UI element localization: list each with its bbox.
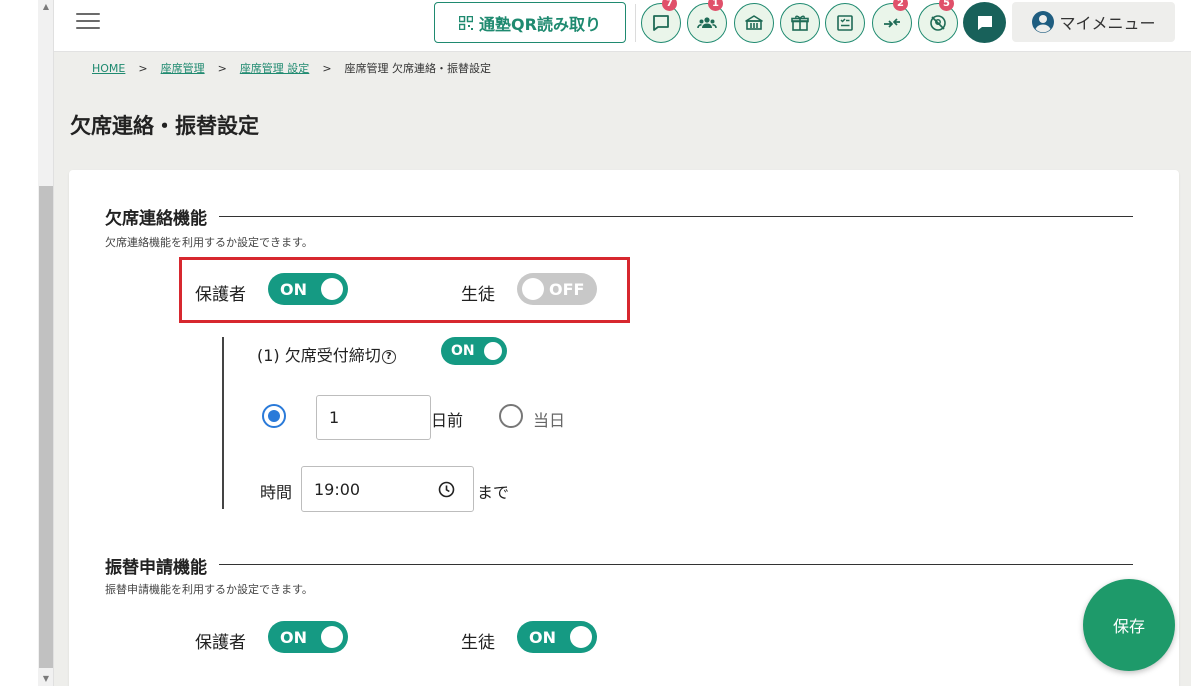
breadcrumb-seat[interactable]: 座席管理 xyxy=(161,60,205,76)
toggle-state: ON xyxy=(529,627,556,647)
absence-student-toggle[interactable]: OFF xyxy=(517,273,597,305)
deadline-label-text: (1) 欠席受付締切 xyxy=(257,346,381,365)
deadline-toggle[interactable]: ON xyxy=(441,337,507,365)
school-icon xyxy=(745,15,763,30)
header-divider xyxy=(635,4,636,42)
gift-icon xyxy=(791,15,809,31)
chat-button[interactable] xyxy=(963,2,1006,43)
absence-guardian-toggle[interactable]: ON xyxy=(268,273,348,305)
my-menu-label: マイメニュー xyxy=(1059,14,1156,33)
gift-button[interactable] xyxy=(780,3,820,43)
absence-section-title: 欠席連絡機能 xyxy=(105,204,219,229)
breadcrumb-separator: > xyxy=(138,61,148,75)
toggle-knob xyxy=(570,626,592,648)
transfer-student-label: 生徒 xyxy=(461,633,495,653)
chat-bubble-icon xyxy=(977,15,992,30)
my-menu-button[interactable]: マイメニュー xyxy=(1012,2,1175,42)
sub-settings-rule xyxy=(222,337,224,509)
breadcrumb-home[interactable]: HOME xyxy=(92,62,125,75)
scroll-down-icon[interactable]: ▼ xyxy=(38,672,54,686)
toggle-state: ON xyxy=(280,627,307,647)
breadcrumb-separator: > xyxy=(322,61,332,75)
students-button[interactable]: 1 xyxy=(687,0,727,43)
toggle-knob xyxy=(522,278,544,300)
messages-button[interactable]: 7 xyxy=(641,0,681,43)
checklist-icon xyxy=(837,15,853,31)
no-location-button[interactable]: 5 xyxy=(918,0,958,43)
group-icon xyxy=(697,17,717,29)
transfer-section-title: 振替申請機能 xyxy=(105,553,219,578)
no-location-badge: 5 xyxy=(939,0,954,11)
toggle-knob xyxy=(321,278,343,300)
breadcrumb-current: 座席管理 欠席連絡・振替設定 xyxy=(344,62,492,75)
message-icon xyxy=(653,15,669,31)
time-label: 時間 xyxy=(260,483,293,502)
toggle-state: ON xyxy=(280,279,307,299)
toggle-knob xyxy=(484,342,502,360)
days-before-input[interactable]: 1 xyxy=(316,395,431,440)
breadcrumb-separator: > xyxy=(217,61,227,75)
school-button[interactable] xyxy=(734,3,774,43)
qr-scan-label: 通塾QR読み取り xyxy=(479,14,601,34)
breadcrumb-seat-settings[interactable]: 座席管理 設定 xyxy=(240,60,310,76)
qr-code-icon xyxy=(459,15,474,30)
qr-scan-button[interactable]: 通塾QR読み取り xyxy=(434,2,626,43)
breadcrumb: HOME > 座席管理 > 座席管理 設定 > 座席管理 欠席連絡・振替設定 xyxy=(92,58,491,78)
days-before-radio[interactable] xyxy=(262,404,286,428)
vertical-scrollbar[interactable]: ▲ ▼ xyxy=(38,0,54,686)
save-button[interactable]: 保存 xyxy=(1083,579,1175,671)
deadline-label: (1) 欠席受付締切? xyxy=(257,342,396,366)
page-title: 欠席連絡・振替設定 xyxy=(70,114,259,138)
messages-badge: 7 xyxy=(662,0,677,11)
transfer-guardian-label: 保護者 xyxy=(195,633,246,653)
settings-card: 欠席連絡機能 欠席連絡機能を利用するか設定できます。 保護者 ON 生徒 OFF… xyxy=(69,170,1179,686)
until-label: まで xyxy=(477,483,510,502)
absence-student-label: 生徒 xyxy=(461,285,495,305)
transfer-section-description: 振替申請機能を利用するか設定できます。 xyxy=(105,583,313,596)
app: 通塾QR読み取り 7 1 2 5 マイメニュー HOME > 座席管理 > 座席… xyxy=(54,0,1191,686)
transfer-student-toggle[interactable]: ON xyxy=(517,621,597,653)
days-before-label: 日前 xyxy=(431,411,464,430)
same-day-label: 当日 xyxy=(533,411,566,430)
time-input[interactable]: 19:00 xyxy=(301,466,474,512)
no-location-icon xyxy=(930,15,946,31)
toggle-state: ON xyxy=(451,343,475,359)
students-badge: 1 xyxy=(708,0,723,11)
absence-section-description: 欠席連絡機能を利用するか設定できます。 xyxy=(105,236,313,249)
transfer-badge: 2 xyxy=(893,0,908,11)
toggle-state: OFF xyxy=(549,279,585,299)
same-day-radio[interactable] xyxy=(499,404,523,428)
scroll-up-icon[interactable]: ▲ xyxy=(38,0,54,14)
hamburger-menu-icon[interactable] xyxy=(76,13,100,31)
transfer-button[interactable]: 2 xyxy=(872,0,912,43)
absence-guardian-label: 保護者 xyxy=(195,285,246,305)
account-circle-icon xyxy=(1032,11,1055,33)
left-gutter xyxy=(0,0,38,686)
header: 通塾QR読み取り 7 1 2 5 マイメニュー xyxy=(54,0,1191,52)
toggle-knob xyxy=(321,626,343,648)
checklist-button[interactable] xyxy=(825,3,865,43)
help-icon[interactable]: ? xyxy=(381,349,396,364)
scrollbar-thumb[interactable] xyxy=(39,186,53,668)
transfer-guardian-toggle[interactable]: ON xyxy=(268,621,348,653)
section-divider xyxy=(105,564,1133,565)
section-divider xyxy=(105,216,1133,217)
transfer-arrows-icon xyxy=(884,18,900,28)
time-value: 19:00 xyxy=(314,479,361,499)
clock-icon[interactable] xyxy=(438,481,455,498)
